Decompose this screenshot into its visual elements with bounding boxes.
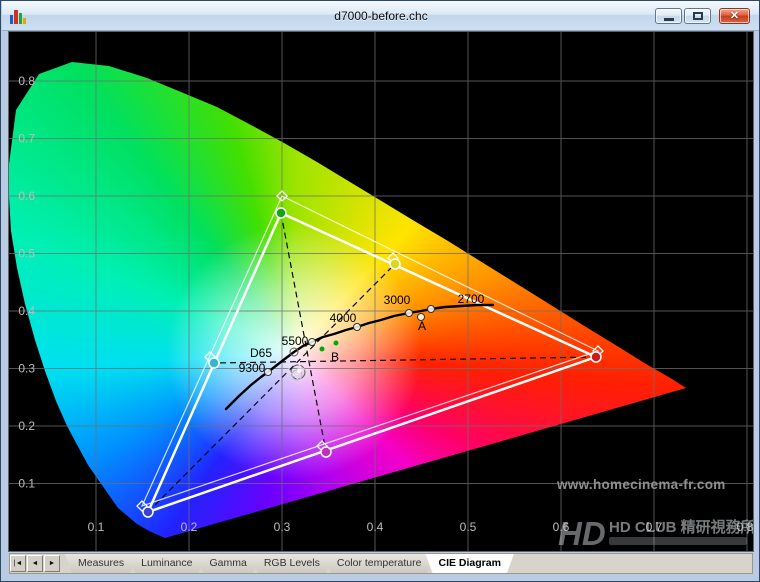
tab-measures[interactable]: Measures bbox=[65, 554, 137, 573]
label-D65: D65 bbox=[250, 346, 272, 360]
window-controls: ✕ bbox=[653, 8, 750, 24]
label-4000: 4000 bbox=[330, 311, 357, 325]
cie-diagram-canvas[interactable]: 0.1 0.2 0.3 0.4 0.5 0.6 0.7 0.8 0.8 0.7 … bbox=[9, 32, 753, 551]
red-primary-point bbox=[591, 352, 601, 362]
minimize-button[interactable] bbox=[655, 8, 682, 24]
hd-logo: HD bbox=[558, 515, 606, 551]
tab-scroll-first-button[interactable]: |◄ bbox=[10, 555, 26, 572]
label-B: B bbox=[331, 350, 339, 364]
y-tick: 0.7 bbox=[18, 132, 35, 146]
y-tick: 0.8 bbox=[18, 74, 35, 88]
window-title: d7000-before.chc bbox=[2, 9, 760, 23]
label-5500: 5500 bbox=[282, 334, 309, 348]
tab-strip: Measures Luminance Gamma RGB Levels Colo… bbox=[65, 554, 514, 573]
x-tick: 0.4 bbox=[367, 520, 384, 534]
point-9300 bbox=[265, 369, 272, 376]
tab-color-temperature[interactable]: Color temperature bbox=[324, 554, 435, 573]
reference-gamut-triangle bbox=[142, 196, 598, 506]
cyan-secondary-point bbox=[209, 358, 219, 368]
point-B-dot bbox=[320, 347, 325, 352]
maximize-button[interactable] bbox=[684, 8, 711, 24]
point-5500 bbox=[309, 339, 316, 346]
hdclub-watermark: HD HD CLUB 精研視務所 bbox=[558, 515, 753, 551]
close-button[interactable]: ✕ bbox=[719, 8, 750, 24]
homecinema-watermark: www.homecinema-fr.com bbox=[556, 477, 726, 492]
green-primary-point bbox=[276, 208, 286, 218]
grid-lines bbox=[9, 32, 753, 551]
y-tick: 0.3 bbox=[18, 362, 35, 376]
chart-overlay: 0.1 0.2 0.3 0.4 0.5 0.6 0.7 0.8 0.8 0.7 … bbox=[9, 32, 753, 551]
y-tick: 0.6 bbox=[18, 189, 35, 203]
tab-scroll-next-button[interactable]: ► bbox=[44, 555, 60, 572]
x-tick: 0.1 bbox=[88, 520, 105, 534]
tab-scroll-prev-button[interactable]: ◄ bbox=[27, 555, 43, 572]
label-2700: 2700 bbox=[458, 292, 485, 306]
y-tick: 0.5 bbox=[18, 247, 35, 261]
maximize-icon bbox=[693, 12, 703, 20]
magenta-secondary-point bbox=[321, 447, 331, 457]
tab-gamma[interactable]: Gamma bbox=[196, 554, 259, 573]
tab-luminance[interactable]: Luminance bbox=[128, 554, 205, 573]
hdclub-text: HD CLUB 精研視務所 bbox=[609, 518, 753, 536]
tab-cie-diagram[interactable]: CIE Diagram bbox=[425, 554, 513, 573]
point-2700 bbox=[428, 306, 435, 313]
y-tick: 0.2 bbox=[18, 419, 35, 433]
point-3000 bbox=[406, 310, 413, 317]
label-9300: 9300 bbox=[239, 361, 266, 375]
y-tick: 0.4 bbox=[18, 304, 35, 318]
y-axis-ticks: 0.8 0.7 0.6 0.5 0.4 0.3 0.2 0.1 bbox=[18, 74, 35, 491]
tab-rgb-levels[interactable]: RGB Levels bbox=[251, 554, 333, 573]
minimize-icon bbox=[664, 18, 674, 21]
blue-primary-point bbox=[143, 507, 153, 517]
white-point-cluster bbox=[289, 363, 307, 380]
x-tick: 0.5 bbox=[460, 520, 477, 534]
measure-green-dot bbox=[334, 341, 339, 346]
close-icon: ✕ bbox=[730, 9, 739, 23]
label-3000: 3000 bbox=[384, 293, 411, 307]
label-A: A bbox=[418, 319, 426, 333]
tab-bar: |◄ ◄ ► Measures Luminance Gamma RGB Leve… bbox=[9, 553, 753, 574]
x-tick: 0.2 bbox=[181, 520, 198, 534]
hdclub-subtext-blur bbox=[609, 537, 747, 545]
app-window: d7000-before.chc ✕ bbox=[0, 0, 760, 582]
title-bar[interactable]: d7000-before.chc ✕ bbox=[2, 1, 760, 31]
x-tick: 0.3 bbox=[274, 520, 291, 534]
y-tick: 0.1 bbox=[18, 477, 35, 491]
yellow-secondary-point bbox=[390, 259, 400, 269]
